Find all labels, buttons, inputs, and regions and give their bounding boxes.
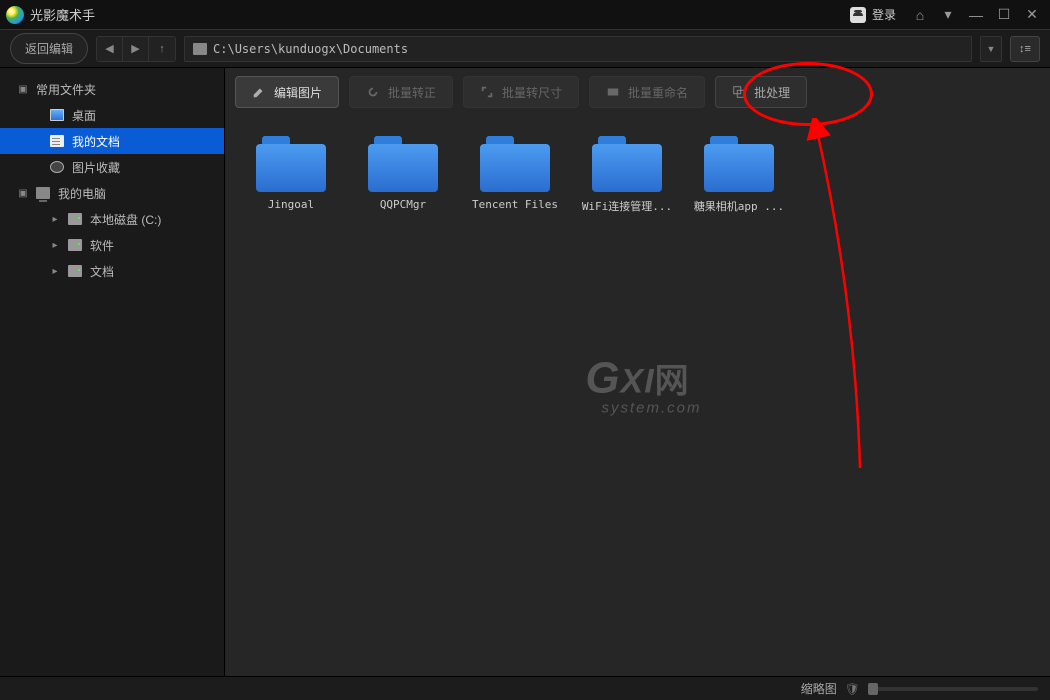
pencil-icon (252, 85, 266, 99)
sort-button[interactable]: ↕≡ (1010, 36, 1040, 62)
document-icon (50, 135, 64, 147)
folder-icon (368, 136, 438, 192)
home-button[interactable]: ⌂ (908, 5, 932, 25)
folder-icon (592, 136, 662, 192)
folder-grid: Jingoal QQPCMgr Tencent Files WiFi连接管理..… (225, 116, 1050, 676)
computer-icon (36, 187, 50, 199)
expand-icon: ▸ (50, 214, 60, 225)
disk-icon (68, 265, 82, 277)
sidebar-item-disk-c[interactable]: ▸ 本地磁盘 (C:) (0, 206, 224, 232)
disk-icon (68, 239, 82, 251)
batch-rename-button[interactable]: 批量重命名 (589, 76, 705, 108)
sidebar-item-desktop[interactable]: 桌面 (0, 102, 224, 128)
resize-icon (480, 85, 494, 99)
sidebar-group-common-folders[interactable]: ▣ 常用文件夹 (0, 76, 224, 102)
folder-label: Jingoal (268, 198, 314, 211)
batch-process-button[interactable]: 批处理 (715, 76, 807, 108)
thumbnail-size-slider[interactable] (868, 687, 1038, 691)
path-dropdown-button[interactable]: ▼ (980, 36, 1002, 62)
nav-back-button[interactable]: ◀ (97, 37, 123, 61)
watermark-g: G (585, 353, 620, 402)
pathbar: 返回编辑 ◀ ▶ ↑ C:\Users\kunduogx\Documents ▼… (0, 30, 1050, 68)
path-input[interactable]: C:\Users\kunduogx\Documents (184, 36, 972, 62)
watermark-xi: XI (621, 362, 655, 400)
collapse-icon: ▣ (18, 84, 28, 95)
collapse-icon: ▣ (18, 188, 28, 199)
folder-label: Tencent Files (472, 198, 558, 211)
folder-icon (704, 136, 774, 192)
batch-rotate-button[interactable]: 批量转正 (349, 76, 453, 108)
rename-icon (606, 85, 620, 99)
folder-label: WiFi连接管理... (582, 198, 672, 214)
nav-arrow-group: ◀ ▶ ↑ (96, 36, 176, 62)
expand-icon: ▸ (50, 266, 60, 277)
button-label: 批量转正 (388, 84, 436, 101)
folder-item[interactable]: Jingoal (235, 136, 347, 214)
button-label: 批量重命名 (628, 84, 688, 101)
folder-icon (480, 136, 550, 192)
minimize-button[interactable]: — (964, 5, 988, 25)
batch-icon (732, 85, 746, 99)
sidebar-item-label: 图片收藏 (72, 159, 120, 176)
desktop-icon (50, 109, 64, 121)
folder-label: QQPCMgr (380, 198, 426, 211)
favorites-icon (50, 161, 64, 173)
sidebar-item-label: 软件 (90, 237, 114, 254)
expand-icon: ▸ (50, 240, 60, 251)
sidebar-item-label: 我的文档 (72, 133, 120, 150)
button-label: 批量转尺寸 (502, 84, 562, 101)
sidebar-item-favorites[interactable]: 图片收藏 (0, 154, 224, 180)
path-text: C:\Users\kunduogx\Documents (213, 42, 408, 56)
maximize-button[interactable]: ☐ (992, 5, 1016, 25)
sidebar-item-label: 文档 (90, 263, 114, 280)
folder-item[interactable]: WiFi连接管理... (571, 136, 683, 214)
shield-icon: 🛡 (845, 682, 860, 696)
nav-up-button[interactable]: ↑ (149, 37, 175, 61)
sidebar: ▣ 常用文件夹 桌面 我的文档 图片收藏 ▣ 我的电脑 ▸ 本地磁盘 (C:) … (0, 68, 225, 676)
main-panel: 编辑图片 批量转正 批量转尺寸 批量重命名 批处理 Jingoal (225, 68, 1050, 676)
edit-image-button[interactable]: 编辑图片 (235, 76, 339, 108)
watermark-sub: system.com (601, 399, 701, 416)
statusbar: 缩略图 🛡 (0, 676, 1050, 700)
close-button[interactable]: ✕ (1020, 5, 1044, 25)
disk-icon (68, 213, 82, 225)
app-title: 光影魔术手 (30, 5, 95, 24)
folder-item[interactable]: Tencent Files (459, 136, 571, 214)
nav-forward-button[interactable]: ▶ (123, 37, 149, 61)
login-button[interactable]: 登录 (842, 4, 904, 25)
watermark-net: 网 (655, 362, 690, 400)
watermark: GXI网 system.com (573, 353, 701, 416)
sidebar-item-documents[interactable]: ▸ 文档 (0, 258, 224, 284)
disk-icon (193, 43, 207, 55)
sidebar-item-software[interactable]: ▸ 软件 (0, 232, 224, 258)
button-label: 批处理 (754, 84, 790, 101)
login-label: 登录 (872, 6, 896, 23)
sidebar-group-my-computer[interactable]: ▣ 我的电脑 (0, 180, 224, 206)
rotate-icon (366, 85, 380, 99)
sidebar-item-label: 本地磁盘 (C:) (90, 211, 161, 228)
folder-label: 糖果相机app ... (694, 198, 784, 214)
folder-item[interactable]: 糖果相机app ... (683, 136, 795, 214)
action-row: 编辑图片 批量转正 批量转尺寸 批量重命名 批处理 (225, 68, 1050, 116)
back-to-edit-button[interactable]: 返回编辑 (10, 33, 88, 64)
thumbnail-label: 缩略图 (801, 680, 837, 697)
batch-resize-button[interactable]: 批量转尺寸 (463, 76, 579, 108)
sidebar-group-label: 常用文件夹 (36, 81, 96, 98)
titlebar: 光影魔术手 登录 ⌂ ▾ — ☐ ✕ (0, 0, 1050, 30)
folder-icon (256, 136, 326, 192)
button-label: 编辑图片 (274, 84, 322, 101)
avatar-icon (850, 7, 866, 23)
app-logo-icon (6, 6, 24, 24)
sidebar-item-label: 桌面 (72, 107, 96, 124)
slider-thumb[interactable] (868, 683, 878, 695)
sidebar-group-label: 我的电脑 (58, 185, 106, 202)
folder-item[interactable]: QQPCMgr (347, 136, 459, 214)
settings-button[interactable]: ▾ (936, 5, 960, 25)
sidebar-item-my-documents[interactable]: 我的文档 (0, 128, 224, 154)
